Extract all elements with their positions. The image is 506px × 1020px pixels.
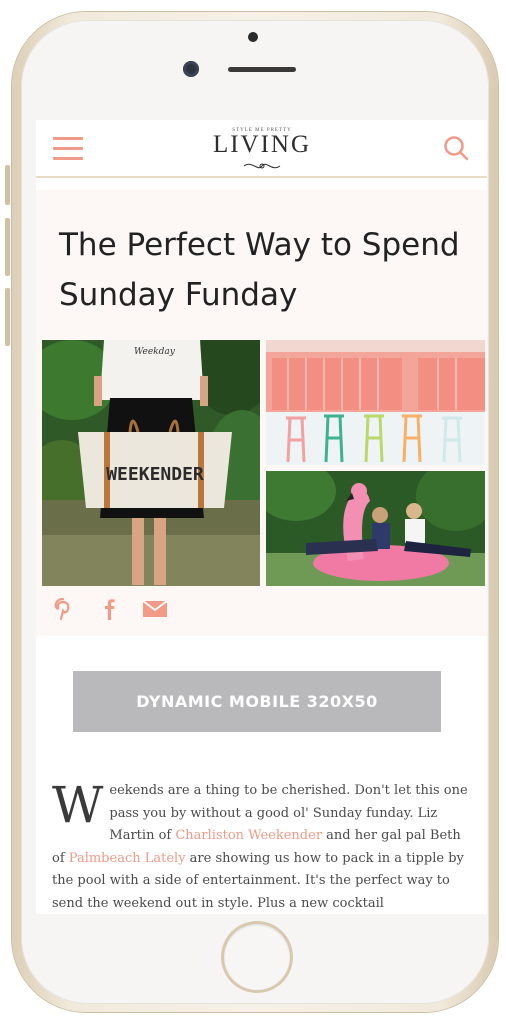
article-photo-collage[interactable]: Weekday WEEKENDER (42, 340, 485, 586)
proximity-sensor (248, 32, 258, 42)
earpiece-speaker (228, 67, 296, 72)
photo-weekender-bag[interactable]: Weekday WEEKENDER (42, 340, 260, 586)
pinterest-icon[interactable] (50, 596, 76, 622)
logo-wordmark: LIVING (212, 131, 312, 158)
front-camera (183, 61, 199, 77)
logo-flourish-icon (243, 163, 281, 169)
search-icon[interactable] (442, 134, 470, 162)
link-charliston-weekender[interactable]: Charliston Weekender (175, 828, 322, 843)
tee-print: Weekday (134, 347, 176, 357)
ad-placeholder[interactable]: DYNAMIC MOBILE 320X50 (73, 671, 441, 732)
site-logo[interactable]: STYLE ME PRETTY LIVING (208, 126, 316, 172)
photo-flamingo-float[interactable] (266, 471, 485, 586)
volume-down-button (5, 288, 10, 346)
link-palmbeach-lately[interactable]: Palmbeach Lately (69, 851, 186, 866)
article-card: The Perfect Way to Spend Sunday Funday W… (36, 190, 487, 636)
home-button[interactable] (224, 924, 290, 990)
article-title: The Perfect Way to Spend Sunday Funday (59, 227, 460, 313)
volume-up-button (5, 218, 10, 276)
site-header: STYLE ME PRETTY LIVING (36, 120, 487, 178)
facebook-icon[interactable] (96, 596, 122, 622)
photo-pink-bar-stools[interactable] (266, 340, 485, 465)
mute-switch (5, 165, 10, 205)
hamburger-menu-icon[interactable] (53, 137, 83, 161)
bag-print: WEEKENDER (106, 464, 204, 485)
drop-cap: W (52, 776, 104, 834)
article-body: Weekends are a thing to be cherished. Do… (52, 780, 470, 914)
phone-screen: STYLE ME PRETTY LIVING The Perfect Way t… (36, 120, 487, 914)
email-icon[interactable] (142, 596, 168, 622)
